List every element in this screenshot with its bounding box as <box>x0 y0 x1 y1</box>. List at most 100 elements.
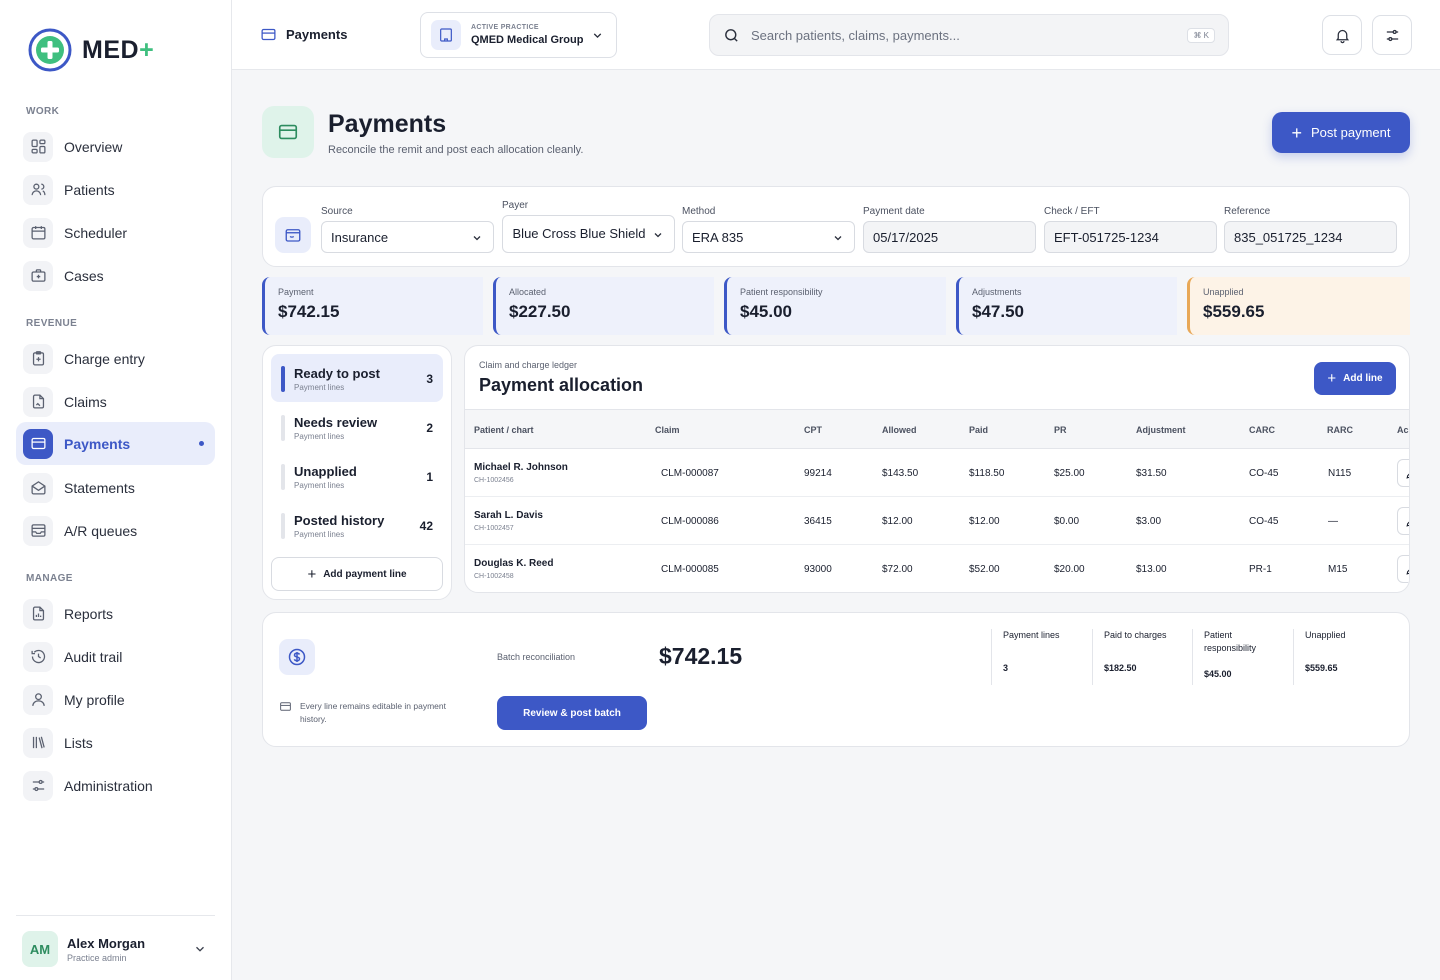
sidebar-item-administration[interactable]: Administration <box>16 764 215 807</box>
review-post-batch-button[interactable]: Review & post batch <box>497 696 647 730</box>
add-payment-line-button[interactable]: + Add payment line <box>271 557 443 591</box>
claim-id[interactable]: CLM-000087 <box>661 468 719 479</box>
claim-id[interactable]: CLM-000086 <box>661 516 719 527</box>
user-name: Alex Morgan <box>67 935 146 951</box>
allocation-title: Payment allocation <box>479 375 644 395</box>
carc-code: PR-1 <box>1249 564 1272 575</box>
source-label: Source <box>321 206 353 217</box>
queue-needs-review[interactable]: Needs review Payment lines 2 <box>271 403 443 451</box>
stat-unapplied: Unapplied $559.65 <box>1187 277 1410 335</box>
column-header[interactable]: Patient / chart <box>474 425 534 435</box>
batch-summary-payment-lines: Payment lines 3 <box>991 629 1091 685</box>
sidebar-item-my-profile[interactable]: My profile <box>16 678 215 721</box>
wallet-icon <box>275 217 311 253</box>
column-header[interactable]: PR <box>1054 425 1067 435</box>
nav-section-work: WORK <box>26 106 60 117</box>
library-icon <box>23 727 53 758</box>
sidebar-item-patients[interactable]: Patients <box>16 168 215 211</box>
search-input[interactable] <box>751 27 1171 43</box>
table-header: Patient / chart Claim CPT Allowed Paid P… <box>465 409 1409 449</box>
sidebar-item-label: Cases <box>64 267 104 284</box>
table-row[interactable]: Douglas K. Reed CH-1002458 CLM-000085 93… <box>465 545 1409 592</box>
brand-logo[interactable]: MED+ <box>28 28 154 72</box>
source-select[interactable]: Insurance <box>321 221 494 253</box>
method-field: Method ERA 835 <box>682 206 855 253</box>
claim-id[interactable]: CLM-000085 <box>661 564 719 575</box>
sidebar-item-lists[interactable]: Lists <box>16 721 215 764</box>
chart-number: CH-1002458 <box>474 573 514 580</box>
practice-switcher[interactable]: ACTIVE PRACTICE QMED Medical Group <box>420 12 617 58</box>
payment-date-input[interactable]: 05/17/2025 <box>863 221 1036 253</box>
summary-value: 3 <box>1003 663 1009 673</box>
reference-field: Reference 835_051725_1234 <box>1224 206 1397 253</box>
queue-indicator <box>281 513 285 539</box>
patient-name[interactable]: Sarah L. Davis <box>474 510 543 521</box>
breadcrumb-label: Payments <box>286 27 348 42</box>
queue-posted-history[interactable]: Posted history Payment lines 42 <box>271 501 443 549</box>
sidebar-item-reports[interactable]: Reports <box>16 592 215 635</box>
column-header[interactable]: RARC <box>1327 425 1353 435</box>
sidebar-item-label: A/R queues <box>64 522 138 539</box>
sidebar-item-payments[interactable]: Payments <box>16 422 215 465</box>
queue-unapplied[interactable]: Unapplied Payment lines 1 <box>271 452 443 500</box>
sidebar-item-scheduler[interactable]: Scheduler <box>16 211 215 254</box>
breadcrumb[interactable]: Payments <box>260 26 347 43</box>
patient-name[interactable]: Douglas K. Reed <box>474 558 553 569</box>
stat-value: $45.00 <box>740 302 792 321</box>
column-header[interactable]: CARC <box>1249 425 1275 435</box>
chevron-down-icon <box>652 229 664 241</box>
edit-line-button[interactable] <box>1397 555 1409 583</box>
edit-line-button[interactable] <box>1397 507 1409 535</box>
nav-section-manage: MANAGE <box>26 573 73 584</box>
edit-line-button[interactable] <box>1397 459 1409 487</box>
column-header[interactable]: Paid <box>969 425 988 435</box>
sidebar-item-cases[interactable]: Cases <box>16 254 215 297</box>
cpt-code: 36415 <box>804 516 832 527</box>
allowed-amount: $143.50 <box>882 468 919 479</box>
pencil-icon <box>1405 568 1409 575</box>
sidebar-item-label: Charge entry <box>64 350 145 367</box>
summary-label: Paid to charges <box>1104 630 1167 640</box>
queue-subtitle: Payment lines <box>294 383 345 392</box>
payer-field: Payer Blue Cross Blue Shield <box>502 200 675 253</box>
plus-icon: + <box>1327 370 1337 387</box>
patient-name[interactable]: Michael R. Johnson <box>474 462 568 473</box>
sidebar-item-label: Overview <box>64 138 123 155</box>
sidebar-item-statements[interactable]: Statements <box>16 466 215 509</box>
settings-button[interactable] <box>1372 15 1412 55</box>
user-menu[interactable]: AM Alex Morgan Practice admin <box>22 930 215 968</box>
post-payment-button[interactable]: + Post payment <box>1272 112 1410 153</box>
sidebar-item-ar-queues[interactable]: A/R queues <box>16 509 215 552</box>
reference-input[interactable]: 835_051725_1234 <box>1224 221 1397 253</box>
sidebar-item-claims[interactable]: Claims <box>16 380 215 423</box>
column-header[interactable]: Allowed <box>882 425 917 435</box>
column-header[interactable]: Ac <box>1397 425 1409 435</box>
sliders-icon <box>23 770 53 801</box>
batch-note: Every line remains editable in payment h… <box>279 700 469 726</box>
queue-ready-to-post[interactable]: Ready to post Payment lines 3 <box>271 354 443 402</box>
sidebar-item-charge-entry[interactable]: Charge entry <box>16 337 215 380</box>
column-header[interactable]: Adjustment <box>1136 425 1186 435</box>
stat-label: Adjustments <box>972 287 1022 297</box>
queue-subtitle: Payment lines <box>294 481 345 490</box>
column-header[interactable]: CPT <box>804 425 822 435</box>
stat-label: Payment <box>278 287 314 297</box>
chart-number: CH-1002456 <box>474 477 514 484</box>
column-header[interactable]: Claim <box>655 425 680 435</box>
allocation-table-viewport: Claim and charge ledger Payment allocati… <box>465 346 1409 592</box>
plus-icon: + <box>1291 122 1302 143</box>
sidebar-item-overview[interactable]: Overview <box>16 125 215 168</box>
adjustment-amount: $3.00 <box>1136 516 1162 527</box>
payer-select[interactable]: Blue Cross Blue Shield <box>502 215 675 253</box>
add-line-button[interactable]: + Add line <box>1314 362 1396 395</box>
table-row[interactable]: Sarah L. Davis CH-1002457 CLM-000086 364… <box>465 497 1409 545</box>
summary-label: Unapplied <box>1305 630 1346 640</box>
check-eft-input[interactable]: EFT-051725-1234 <box>1044 221 1217 253</box>
sliders-icon <box>1384 27 1401 44</box>
method-select[interactable]: ERA 835 <box>682 221 855 253</box>
sidebar-item-audit-trail[interactable]: Audit trail <box>16 635 215 678</box>
table-row[interactable]: Michael R. Johnson CH-1002456 CLM-000087… <box>465 449 1409 497</box>
global-search[interactable]: ⌘ K <box>709 14 1229 56</box>
avatar: AM <box>22 931 58 967</box>
notifications-button[interactable] <box>1322 15 1362 55</box>
